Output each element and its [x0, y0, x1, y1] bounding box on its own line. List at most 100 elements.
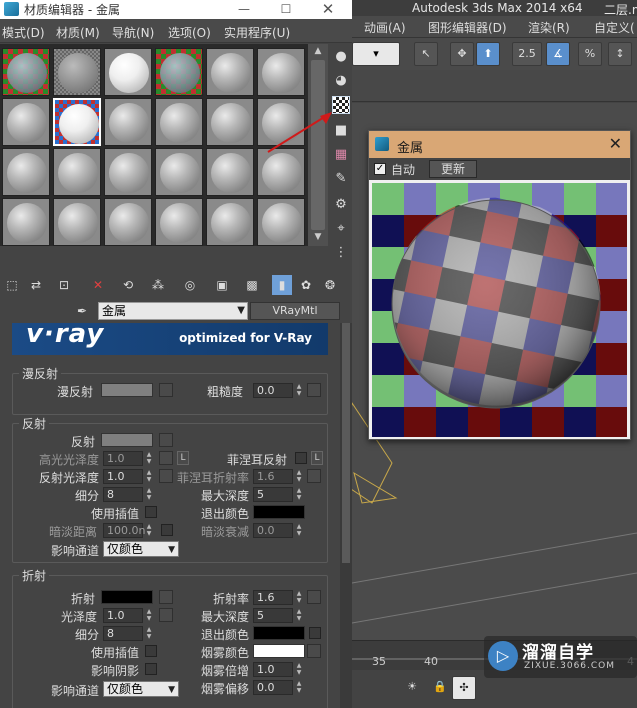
- menu-navigation[interactable]: 导航(N): [112, 24, 154, 41]
- fresnel-lock-button[interactable]: L: [311, 451, 323, 465]
- spinner-snap-icon[interactable]: ↕: [608, 42, 632, 66]
- ior-map-button[interactable]: [307, 590, 321, 604]
- refl-max-depth-spinner[interactable]: 5: [253, 487, 293, 502]
- roughness-spinner[interactable]: 0.0: [253, 383, 293, 398]
- scroll-up-icon[interactable]: ▲: [311, 46, 325, 58]
- refl-gloss-map-button[interactable]: [159, 469, 173, 483]
- dim-distance-checkbox[interactable]: [161, 524, 173, 536]
- dim-falloff-arrows[interactable]: ▲ ▼: [295, 523, 303, 538]
- select-object-icon[interactable]: ⬆: [476, 42, 500, 66]
- angle-snap-icon[interactable]: ∡: [546, 42, 570, 66]
- dim-distance-arrows[interactable]: ▲ ▼: [145, 523, 153, 538]
- sample-slot[interactable]: [257, 48, 305, 96]
- sample-slot[interactable]: [206, 198, 254, 246]
- scroll-down-icon[interactable]: ▼: [311, 232, 325, 244]
- put-to-scene-icon[interactable]: ⇄: [26, 275, 46, 295]
- fog-bias-arrows[interactable]: ▲ ▼: [295, 680, 303, 695]
- material-type-button[interactable]: VRayMtl: [250, 302, 340, 320]
- light-bulb-icon[interactable]: ☀: [400, 676, 424, 700]
- sample-slot[interactable]: [206, 148, 254, 196]
- pick-from-object-icon[interactable]: ❂: [320, 275, 340, 295]
- ior-spinner[interactable]: 1.6: [253, 590, 293, 605]
- eyedropper-icon[interactable]: ✒: [72, 301, 92, 321]
- sample-slot[interactable]: [53, 198, 101, 246]
- parameters-scroll-thumb[interactable]: [342, 323, 350, 563]
- refr-subdivs-spinner[interactable]: 8: [103, 626, 143, 641]
- fog-bias-spinner[interactable]: 0.0: [253, 680, 293, 695]
- lock-selection-icon[interactable]: 🔒: [428, 676, 452, 700]
- make-preview-icon[interactable]: ✎: [332, 170, 350, 188]
- transform-type-in-icon[interactable]: ✣: [452, 676, 476, 700]
- sample-slot[interactable]: [206, 48, 254, 96]
- menu-mode[interactable]: 模式(D): [2, 24, 45, 41]
- fog-mult-spinner[interactable]: 1.0: [253, 662, 293, 677]
- fog-color-swatch[interactable]: [253, 644, 305, 658]
- refl-use-interp-checkbox[interactable]: [145, 506, 157, 518]
- get-material-icon[interactable]: ⬚: [2, 275, 22, 295]
- fog-color-map-button[interactable]: [307, 644, 321, 658]
- refr-gloss-spinner[interactable]: 1.0: [103, 608, 143, 623]
- sample-slot[interactable]: [2, 48, 50, 96]
- sample-slot[interactable]: [104, 48, 152, 96]
- roughness-map-button[interactable]: [307, 383, 321, 397]
- material-id-channel-icon[interactable]: ◎: [180, 275, 200, 295]
- sample-slot[interactable]: [2, 198, 50, 246]
- percent-snap-icon[interactable]: %: [578, 42, 602, 66]
- fog-mult-arrows[interactable]: ▲ ▼: [295, 662, 303, 677]
- max-menu-customize[interactable]: 自定义(: [594, 19, 635, 36]
- refl-subdivs-arrows[interactable]: ▲ ▼: [145, 487, 153, 502]
- refract-map-button[interactable]: [159, 590, 173, 604]
- menu-utilities[interactable]: 实用程序(U): [224, 24, 290, 41]
- auto-update-checkbox[interactable]: ✓: [374, 163, 386, 175]
- menu-material[interactable]: 材质(M): [56, 24, 100, 41]
- affect-shadows-checkbox[interactable]: [145, 663, 157, 675]
- sample-slot[interactable]: [2, 148, 50, 196]
- material-map-navigator-icon[interactable]: ⋮: [332, 244, 350, 262]
- menu-options[interactable]: 选项(O): [168, 24, 211, 41]
- refl-gloss-spinner[interactable]: 1.0: [103, 469, 143, 484]
- refl-max-depth-arrows[interactable]: ▲ ▼: [295, 487, 303, 502]
- sample-slot[interactable]: [155, 98, 203, 146]
- max-menu-graph-editors[interactable]: 图形编辑器(D): [428, 19, 507, 36]
- sample-slot[interactable]: [104, 198, 152, 246]
- refl-exit-color-swatch[interactable]: [253, 505, 305, 519]
- refr-gloss-map-button[interactable]: [159, 608, 173, 622]
- max-menu-animation[interactable]: 动画(A): [364, 19, 406, 36]
- dim-falloff-spinner[interactable]: 0.0: [253, 523, 293, 538]
- show-end-result-icon[interactable]: ▩: [242, 275, 262, 295]
- dim-distance-spinner[interactable]: 100.0n: [103, 523, 145, 538]
- maximize-button[interactable]: ☐: [264, 0, 308, 19]
- sample-slot[interactable]: [53, 48, 101, 96]
- preview-close-button[interactable]: ✕: [609, 134, 622, 153]
- fresnel-ior-spinner[interactable]: 1.6: [253, 469, 293, 484]
- sample-slot[interactable]: [104, 98, 152, 146]
- sample-slot-active[interactable]: [53, 98, 101, 146]
- refr-max-depth-spinner[interactable]: 5: [253, 608, 293, 623]
- go-to-parent-icon[interactable]: ▮: [272, 275, 292, 295]
- sample-slot[interactable]: [2, 98, 50, 146]
- hilight-lock-button[interactable]: L: [177, 451, 189, 465]
- reflect-map-button[interactable]: [159, 433, 173, 447]
- hilight-gloss-spinner[interactable]: 1.0: [103, 451, 143, 466]
- refr-gloss-arrows[interactable]: ▲ ▼: [145, 608, 153, 623]
- go-forward-sibling-icon[interactable]: ✿: [296, 275, 316, 295]
- backlight-icon[interactable]: ◕: [332, 72, 350, 90]
- sample-type-sphere-icon[interactable]: ●: [332, 48, 350, 66]
- refract-color-swatch[interactable]: [101, 590, 153, 604]
- assign-to-selection-icon[interactable]: ⊡: [54, 275, 74, 295]
- select-manipulate-icon[interactable]: ↖: [414, 42, 438, 66]
- snap-toggle-icon[interactable]: 2.5: [512, 42, 542, 66]
- refr-exit-color-swatch[interactable]: [253, 626, 305, 640]
- fresnel-ior-map-button[interactable]: [307, 469, 321, 483]
- diffuse-color-swatch[interactable]: [101, 383, 153, 397]
- update-button[interactable]: 更新: [429, 160, 477, 178]
- hilight-gloss-map-button[interactable]: [159, 451, 173, 465]
- refr-exit-color-checkbox[interactable]: [309, 627, 321, 639]
- diffuse-map-button[interactable]: [159, 383, 173, 397]
- options-icon[interactable]: ⚙: [332, 196, 350, 214]
- minimize-button[interactable]: —: [222, 0, 266, 19]
- close-button[interactable]: ✕: [306, 0, 350, 19]
- sample-slot[interactable]: [155, 148, 203, 196]
- material-name-field[interactable]: 金属 ▼: [98, 302, 248, 320]
- sample-slot[interactable]: [104, 148, 152, 196]
